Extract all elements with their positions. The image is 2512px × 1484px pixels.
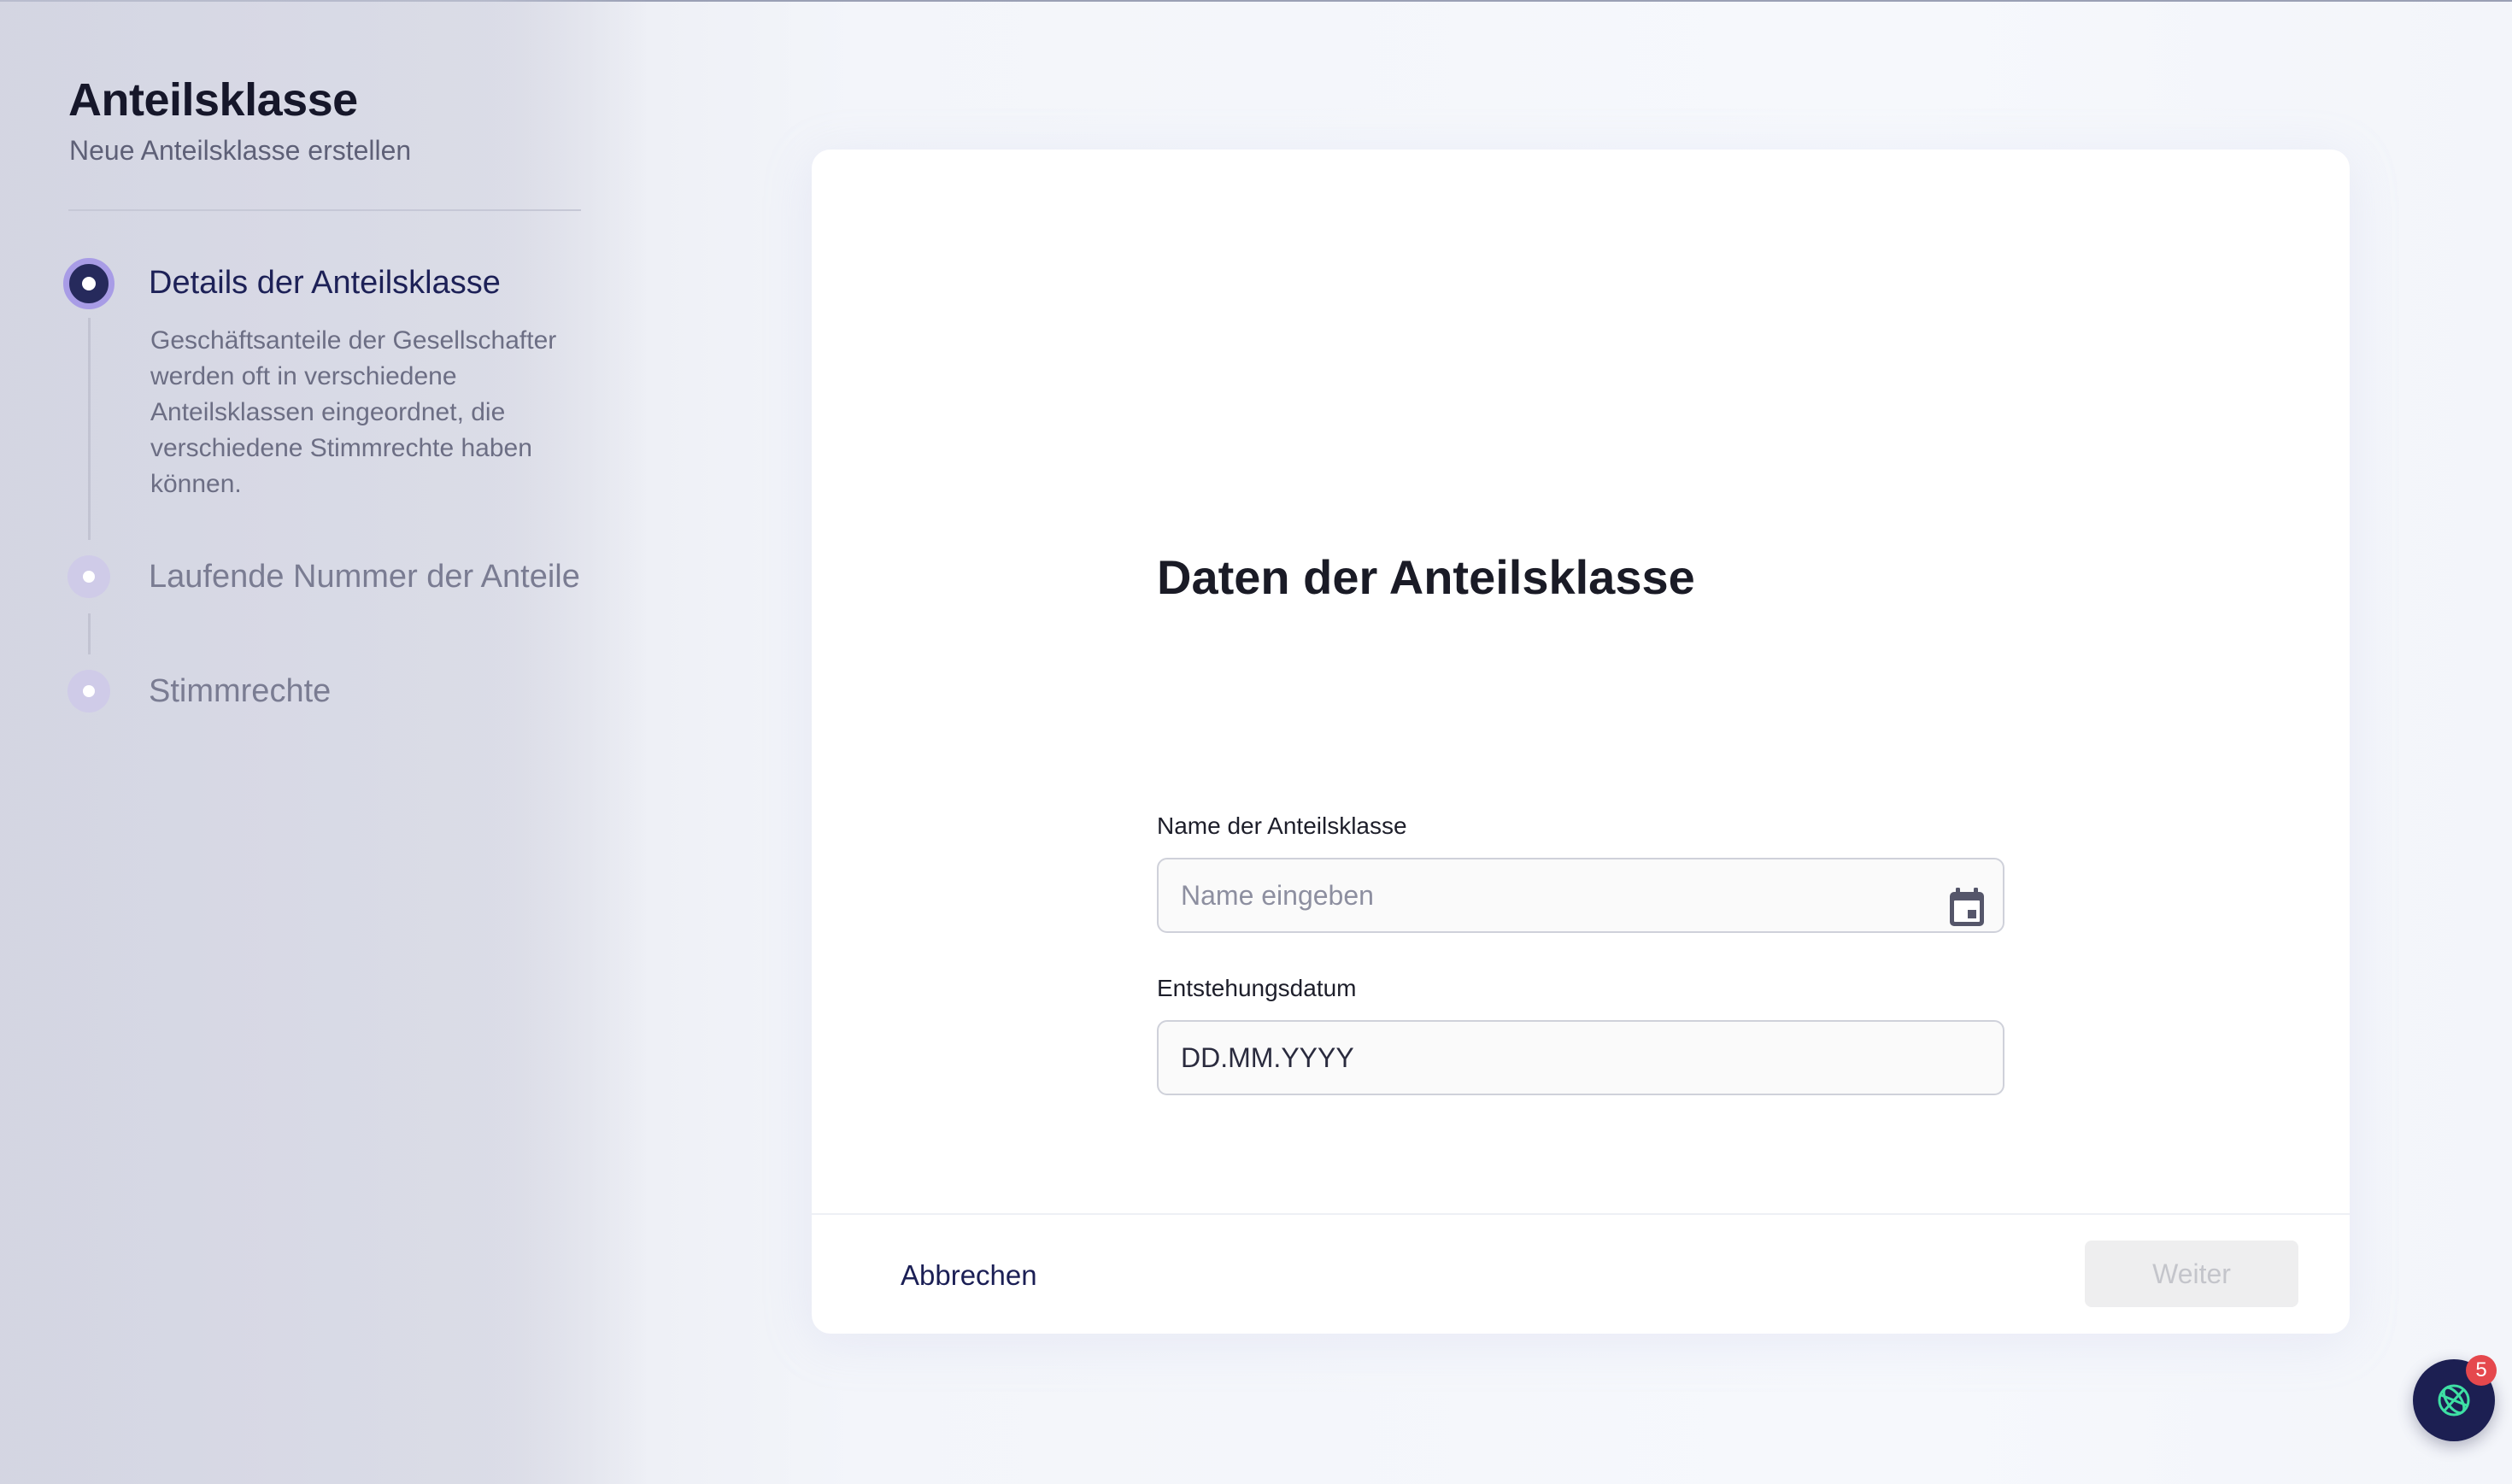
form-card: Daten der Anteilsklasse Name der Anteils… [812,150,2350,1334]
step-indicator-pending [67,555,110,598]
page-subtitle: Neue Anteilsklasse erstellen [69,135,412,166]
form-title: Daten der Anteilsklasse [1157,550,1695,604]
globe-icon [2438,1384,2470,1417]
step-details-description: Geschäftsanteile der Gesellschafter werd… [150,326,557,498]
share-class-name-input[interactable] [1157,858,2004,933]
notification-badge: 5 [2466,1355,2497,1386]
step-connector [88,613,91,654]
step-details-label[interactable]: Details der Anteilsklasse [149,265,501,302]
step-voting-rights-label[interactable]: Stimmrechte [149,673,331,710]
name-field-label: Name der Anteilsklasse [1157,812,1407,839]
sidebar-divider [68,209,581,211]
wizard-sidebar: Anteilsklasse Neue Anteilsklasse erstell… [0,0,649,1484]
step-connector [88,318,91,540]
step-numbering-label[interactable]: Laufende Nummer der Anteile [149,559,580,595]
cancel-button[interactable]: Abbrechen [901,1256,1037,1295]
card-footer: Abbrechen Weiter [812,1213,2350,1335]
page-title: Anteilsklasse [68,74,358,126]
step-indicator-active [63,258,114,309]
next-button[interactable]: Weiter [2085,1241,2298,1307]
calendar-icon[interactable] [1948,887,1986,928]
date-field-label: Entstehungsdatum [1157,975,1357,1001]
creation-date-input[interactable] [1157,1020,2004,1095]
step-indicator-pending [67,670,110,713]
